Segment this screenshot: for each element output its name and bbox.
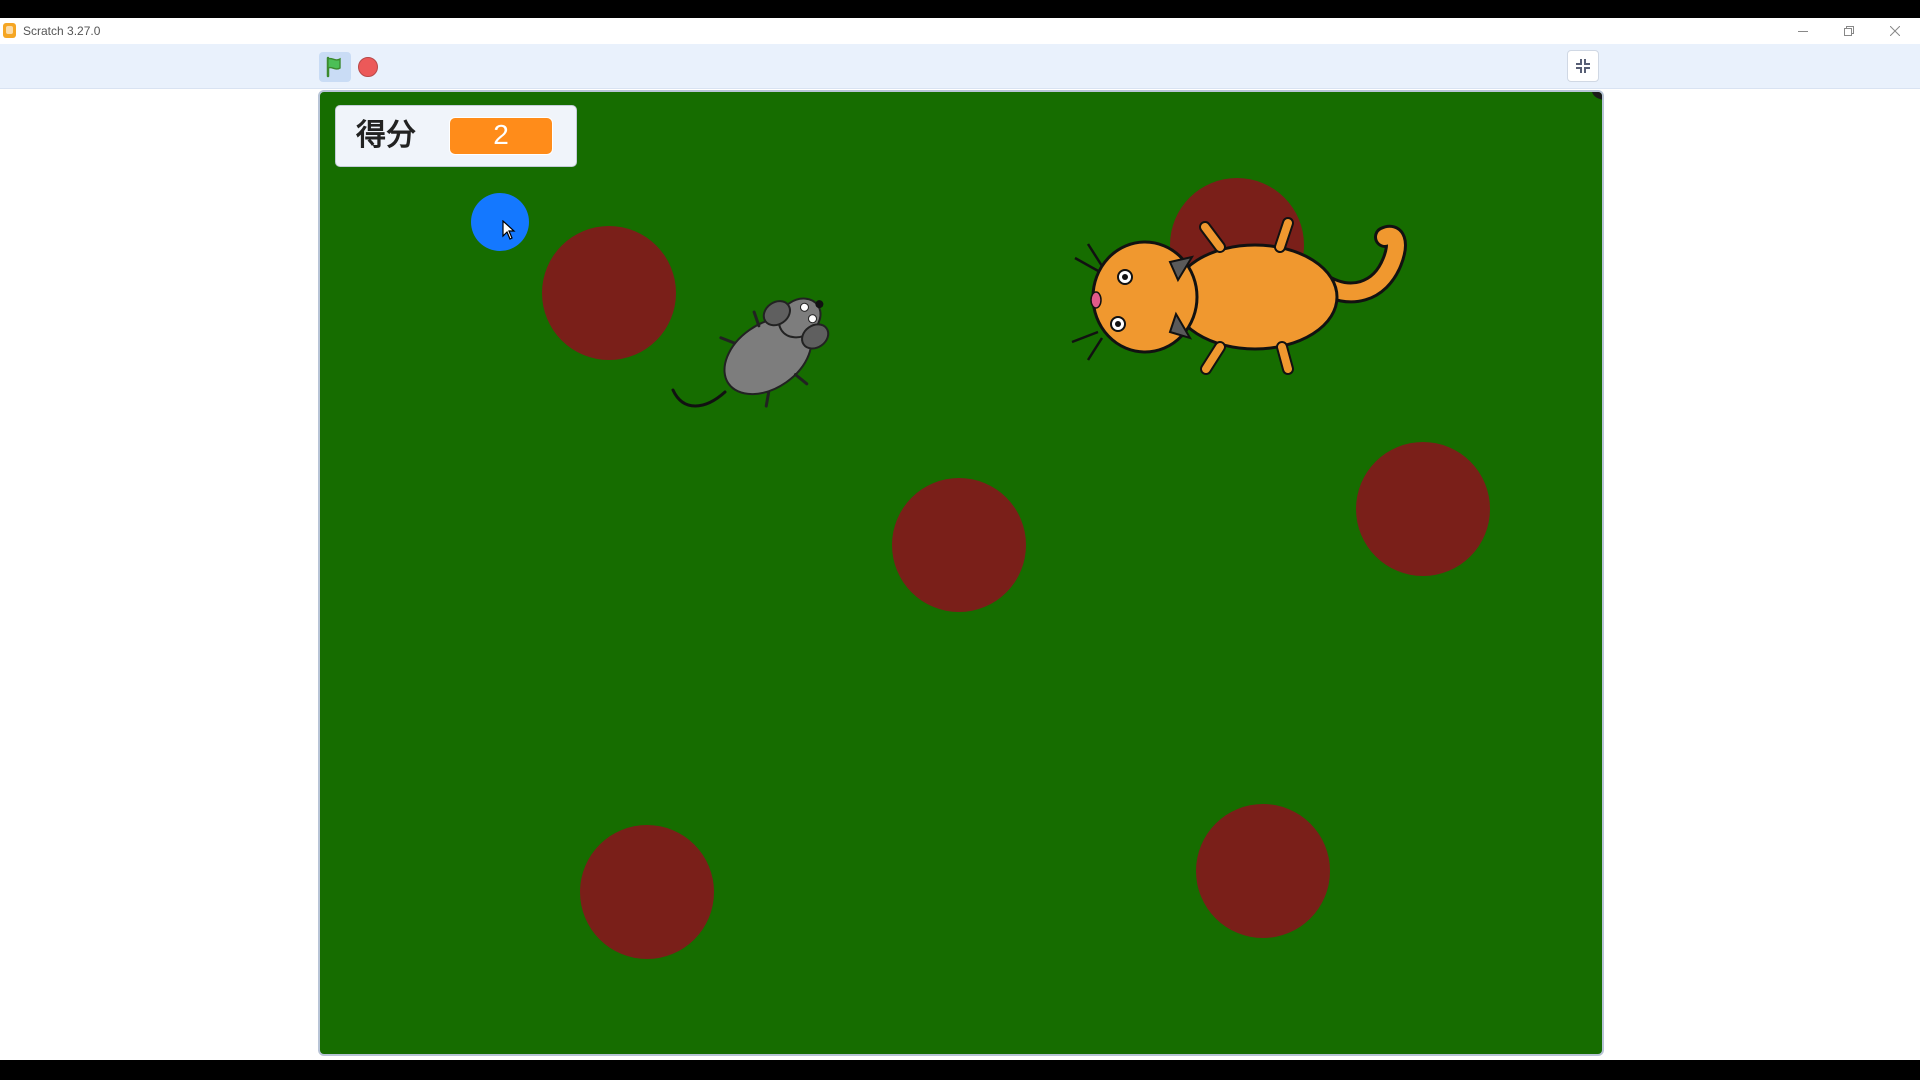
red-dot[interactable] xyxy=(1196,804,1330,938)
green-flag-icon xyxy=(326,56,341,78)
stage[interactable]: 得分 2 xyxy=(318,90,1604,1056)
score-value: 2 xyxy=(449,117,553,155)
restore-button[interactable] xyxy=(1826,18,1872,44)
mouse-sprite[interactable] xyxy=(665,272,855,422)
close-button[interactable] xyxy=(1872,18,1918,44)
title-bar: Scratch 3.27.0 xyxy=(0,18,1920,44)
cat-sprite[interactable] xyxy=(1020,192,1420,392)
red-dot[interactable] xyxy=(1356,442,1490,576)
stage-corner-artifact xyxy=(1588,92,1602,101)
window-title: Scratch 3.27.0 xyxy=(23,24,101,38)
red-dot[interactable] xyxy=(542,226,676,360)
scratch-app-icon xyxy=(3,23,16,38)
stop-button[interactable] xyxy=(352,52,384,82)
exit-fullscreen-button[interactable] xyxy=(1567,50,1599,82)
restore-icon xyxy=(1844,26,1854,36)
score-monitor[interactable]: 得分 2 xyxy=(335,105,577,167)
mouse-pointer-icon xyxy=(502,220,516,240)
green-flag-button[interactable] xyxy=(319,52,351,82)
blue-ball-sprite[interactable] xyxy=(471,193,529,251)
minimize-icon xyxy=(1798,31,1808,32)
player-controls xyxy=(0,44,1920,89)
score-label: 得分 xyxy=(356,119,416,152)
exit-fullscreen-icon xyxy=(1576,59,1590,73)
red-dot[interactable] xyxy=(892,478,1026,612)
scratch-window: Scratch 3.27.0 得分 2 xyxy=(0,18,1920,1060)
close-icon xyxy=(1890,26,1900,36)
red-dot[interactable] xyxy=(580,825,714,959)
stop-icon xyxy=(358,57,378,77)
minimize-button[interactable] xyxy=(1780,18,1826,44)
